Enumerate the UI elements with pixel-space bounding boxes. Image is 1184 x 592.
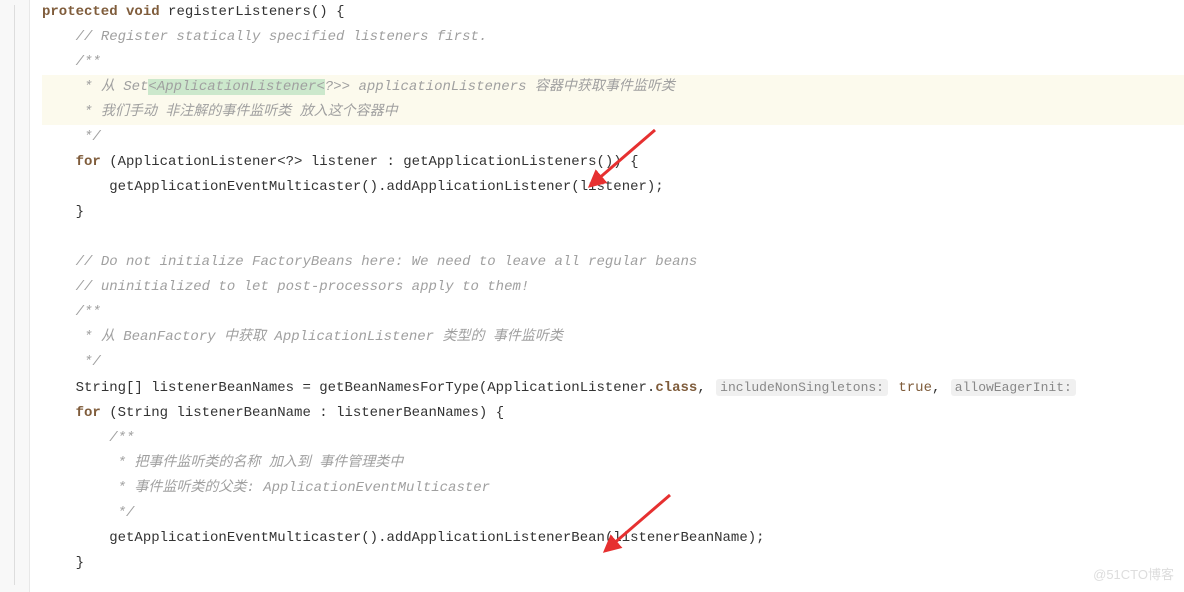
code-line: /**: [42, 426, 1184, 451]
code-line: */: [42, 125, 1184, 150]
code-line: for (String listenerBeanName : listenerB…: [42, 401, 1184, 426]
code-line: [42, 225, 1184, 250]
code-line-highlighted: * 从 Set<ApplicationListener<?>> applicat…: [42, 75, 1184, 100]
code-line: }: [42, 200, 1184, 225]
code-line: * 事件监听类的父类: ApplicationEventMulticaster: [42, 476, 1184, 501]
code-line: String[] listenerBeanNames = getBeanName…: [42, 375, 1184, 401]
code-line: // uninitialized to let post-processors …: [42, 275, 1184, 300]
code-text: ,: [932, 380, 949, 396]
code-line: // Register statically specified listene…: [42, 25, 1184, 50]
comment: * 从 BeanFactory 中获取 ApplicationListener …: [76, 329, 563, 345]
comment: */: [76, 129, 101, 145]
code-line: // Do not initialize FactoryBeans here: …: [42, 250, 1184, 275]
code-text: (ApplicationListener<?> listener : getAp…: [101, 154, 639, 170]
code-line: */: [42, 501, 1184, 526]
code-line: /**: [42, 50, 1184, 75]
watermark: @51CTO博客: [1093, 562, 1174, 587]
comment: * 事件监听类的父类: ApplicationEventMulticaster: [109, 480, 490, 496]
code-line: getApplicationEventMulticaster().addAppl…: [42, 175, 1184, 200]
code-line: * 从 BeanFactory 中获取 ApplicationListener …: [42, 325, 1184, 350]
code-line-highlighted: * 我们手动 非注解的事件监听类 放入这个容器中: [42, 100, 1184, 125]
code-text: ,: [697, 380, 714, 396]
code-text: getApplicationEventMulticaster().addAppl…: [109, 530, 764, 546]
method-name: registerListeners: [168, 4, 311, 20]
code-line: }: [42, 551, 1184, 576]
code-line: * 把事件监听类的名称 加入到 事件管理类中: [42, 451, 1184, 476]
comment: /**: [109, 430, 134, 446]
keyword: void: [126, 4, 160, 20]
boolean: true: [890, 380, 932, 396]
search-highlight: <ApplicationListener<: [148, 79, 324, 95]
comment: * 我们手动 非注解的事件监听类 放入这个容器中: [76, 104, 398, 120]
keyword: for: [76, 405, 101, 421]
code-text: getApplicationEventMulticaster().addAppl…: [109, 179, 664, 195]
code-text: }: [76, 204, 84, 220]
code-line: for (ApplicationListener<?> listener : g…: [42, 150, 1184, 175]
code-text: }: [76, 555, 84, 571]
comment: */: [76, 354, 101, 370]
comment: // uninitialized to let post-processors …: [76, 279, 530, 295]
code-text: String[] listenerBeanNames = getBeanName…: [76, 380, 656, 396]
comment: // Register statically specified listene…: [76, 29, 488, 45]
keyword: protected: [42, 4, 118, 20]
param-hint: includeNonSingletons:: [716, 379, 888, 396]
code-line: */: [42, 350, 1184, 375]
param-hint: allowEagerInit:: [951, 379, 1076, 396]
code-line: getApplicationEventMulticaster().addAppl…: [42, 526, 1184, 551]
code-line: /**: [42, 300, 1184, 325]
code-line: protected void registerListeners() {: [42, 0, 1184, 25]
comment: /**: [76, 304, 101, 320]
code-editor[interactable]: protected void registerListeners() { // …: [30, 0, 1184, 576]
comment: * 把事件监听类的名称 加入到 事件管理类中: [109, 455, 403, 471]
keyword: class: [655, 380, 697, 396]
code-gutter[interactable]: [0, 0, 30, 592]
comment: // Do not initialize FactoryBeans here: …: [76, 254, 698, 270]
comment: /**: [76, 54, 101, 70]
code-text: () {: [311, 4, 345, 20]
code-text: (String listenerBeanName : listenerBeanN…: [101, 405, 504, 421]
comment: * 从 Set<ApplicationListener<?>> applicat…: [76, 79, 675, 95]
keyword: for: [76, 154, 101, 170]
comment: */: [109, 505, 134, 521]
